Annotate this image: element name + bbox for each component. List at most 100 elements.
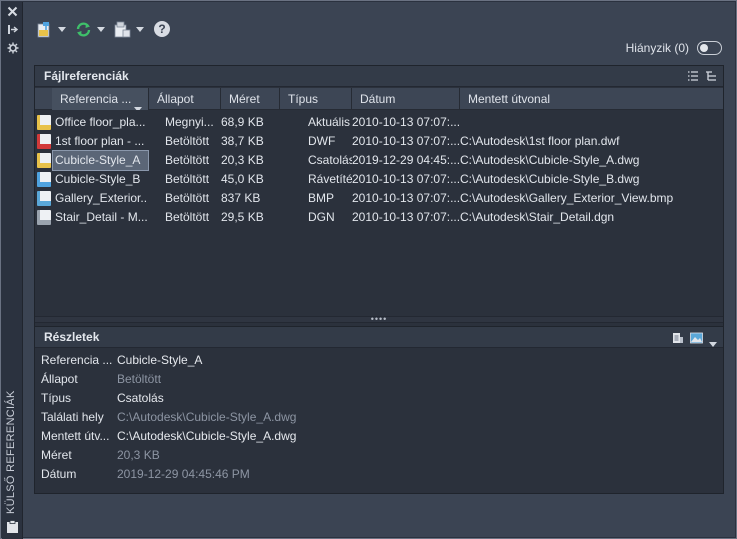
table-row[interactable]: Stair_Detail - M... Betöltött 29,5 KB DGN 20… [35,208,723,227]
clipboard-icon [6,520,19,533]
help-icon: ? [154,21,170,37]
detail-row: Referencia ... Cubicle-Style_A [41,351,711,370]
cell-saved-path [460,113,722,132]
list-view-icon[interactable] [687,70,699,82]
cell-type: Rávetítés [308,172,352,186]
file-type-icon [37,134,51,149]
cell-date: 2010-10-13 07:07:... [352,172,460,186]
cell-type: BMP [308,191,335,205]
details-title: Részletek [44,330,100,344]
missing-filter-label: Hiányzik (0) [625,41,689,55]
table-row[interactable]: Cubicle-Style_A Betöltött 20,3 KB Csatolás 2… [35,150,723,171]
cell-saved-path: C:\Autodesk\Gallery_Exterior_View.bmp [460,191,674,205]
tree-view-icon[interactable] [705,70,717,82]
attach-dropdown-button[interactable] [37,19,66,39]
detail-row: Találati hely C:\Autodesk\Cubicle-Style_A… [41,408,711,427]
chevron-down-icon [97,26,105,32]
cell-date: 2019-12-29 04:45:... [352,153,460,167]
details-icons [672,332,717,350]
details-panel: Részletek Referencia ... Cubicle-Style_A Á… [34,326,724,494]
sort-caret-icon [134,97,142,110]
detail-value: Betöltött [117,372,162,386]
detail-value: 20,3 KB [117,448,160,462]
cell-reference: 1st floor plan - ... [55,134,145,148]
detail-value: C:\Autodesk\Cubicle-Style_A.dwg [117,410,297,424]
view-mode-icons [687,70,717,82]
preview-icon[interactable] [690,332,703,344]
attach-dwg-icon [37,21,50,37]
cell-date: 2010-10-13 07:07:... [352,115,460,129]
change-path-dropdown-button[interactable] [114,19,144,39]
missing-filter-toggle[interactable] [697,41,722,55]
cell-size: 29,5 KB [221,210,264,224]
table-row[interactable]: Cubicle-Style_B Betöltött 45,0 KB Rávetítés… [35,170,723,189]
chevron-down-icon [136,26,144,32]
toolbar: ? Hiányzik (0) [23,2,735,58]
detail-row: Dátum 2019-12-29 04:45:46 PM [41,465,711,484]
cell-status: Betöltött [165,153,210,167]
detail-row: Típus Csatolás [41,389,711,408]
table-row[interactable]: 1st floor plan - ... Betöltött 38,7 KB DWF 2… [35,132,723,151]
detail-label: Állapot [41,372,78,386]
detail-value[interactable]: Csatolás [117,389,164,408]
cell-saved-path: C:\Autodesk\1st floor plan.dwf [460,134,620,148]
column-type[interactable]: Típus [280,88,352,110]
cell-type: DWF [308,134,336,148]
file-references-title: Fájlreferenciák [44,69,129,83]
cell-size: 68,9 KB [221,115,264,129]
properties-icon[interactable] [6,42,19,55]
missing-filter[interactable]: Hiányzik (0) [626,41,722,55]
detail-label: Találati hely [41,410,104,424]
cell-size: 45,0 KB [221,172,264,186]
help-button[interactable]: ? [154,19,170,39]
file-type-icon [37,172,51,187]
detail-label: Mentett útv... [41,429,110,443]
autohide-icon[interactable] [6,24,19,37]
cell-saved-path: C:\Autodesk\Cubicle-Style_A.dwg [460,153,640,167]
cell-date: 2010-10-13 07:07:... [352,191,460,205]
detail-label: Típus [41,391,72,405]
column-reference[interactable]: Referencia ... [52,88,149,110]
cell-saved-path: C:\Autodesk\Cubicle-Style_B.dwg [460,172,640,186]
cell-status: Betöltött [165,210,210,224]
refresh-icon [76,21,91,37]
cell-date: 2010-10-13 07:07:... [352,210,460,224]
column-saved-path[interactable]: Mentett útvonal [460,88,724,110]
close-icon[interactable] [6,6,19,19]
cell-date: 2010-10-13 07:07:... [352,134,460,148]
file-references-header: Fájlreferenciák [35,66,723,87]
toggle-knob [700,44,708,52]
file-references-list: Office floor_pla... Megnyi... 68,9 KB Aktuá… [35,113,723,227]
chevron-down-icon [58,26,66,32]
cell-status: Betöltött [165,191,210,205]
palette-main: ? Hiányzik (0) Fájlreferenciák Referenci… [23,2,735,537]
column-date[interactable]: Dátum [352,88,460,110]
detail-label: Dátum [41,467,77,481]
cell-type: Csatolás [308,153,352,167]
palette-sidebar: KÜLSŐ REFERENCIÁK [2,2,23,539]
detail-label: Méret [41,448,72,462]
file-type-icon [37,191,51,206]
cell-reference: Gallery_Exterior... [55,191,148,205]
path-type-icon [114,21,131,37]
detail-value[interactable]: Cubicle-Style_A [117,351,202,370]
table-row[interactable]: Office floor_pla... Megnyi... 68,9 KB Aktuá… [35,113,723,132]
details-view-icon[interactable] [672,332,684,344]
cell-status: Megnyi... [165,115,214,129]
chevron-down-icon[interactable] [709,336,717,350]
detail-row: Mentett útv... C:\Autodesk\Cubicle-Style_… [41,427,711,446]
table-row[interactable]: Gallery_Exterior... Betöltött 837 KB BMP 201… [35,189,723,208]
cell-type: DGN [308,210,335,224]
file-references-panel: Fájlreferenciák Referencia ... Állapot M… [34,65,724,327]
detail-row: Állapot Betöltött [41,370,711,389]
column-size[interactable]: Méret [221,88,280,110]
cell-size: 20,3 KB [221,153,264,167]
detail-row: Méret 20,3 KB [41,446,711,465]
detail-value[interactable]: C:\Autodesk\Cubicle-Style_A.dwg [117,427,296,446]
file-type-icon [37,153,51,168]
refresh-dropdown-button[interactable] [75,19,105,39]
panel-splitter[interactable]: •••• [35,315,723,324]
cell-reference: Stair_Detail - M... [55,210,148,224]
column-status[interactable]: Állapot [149,88,221,110]
cell-size: 38,7 KB [221,134,264,148]
